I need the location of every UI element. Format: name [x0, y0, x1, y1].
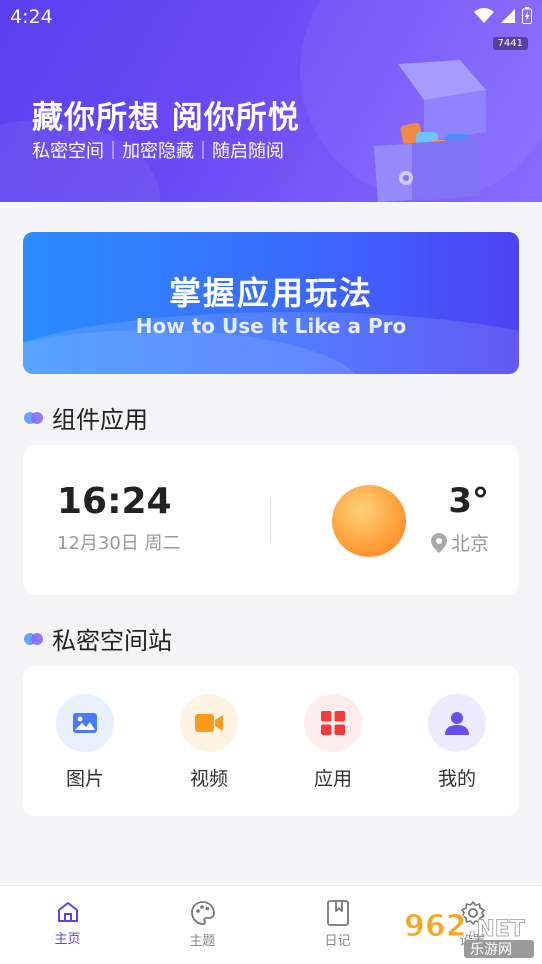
palette-icon	[190, 901, 215, 925]
treasure-box-illustration	[374, 60, 486, 202]
widget-divider	[270, 497, 271, 543]
app-mine-label: 我的	[437, 768, 476, 790]
section-dots-icon	[24, 632, 44, 645]
banner-title: 掌握应用玩法	[168, 274, 373, 312]
location-pin-icon	[430, 532, 447, 553]
guide-banner[interactable]: 掌握应用玩法 How to Use It Like a Pro	[23, 232, 519, 374]
app-images[interactable]: 图片	[23, 694, 147, 791]
hero-title: 藏你所想 阅你所悦	[32, 100, 300, 136]
tab-diary[interactable]: 日记	[270, 886, 405, 964]
tab-themes[interactable]: 主题	[135, 886, 270, 964]
diary-icon	[326, 900, 349, 926]
widget-clock: 16:24	[57, 481, 172, 522]
sun-weather-icon	[332, 485, 406, 557]
wifi-icon	[474, 7, 494, 23]
widgets-section-title: 组件应用	[52, 406, 148, 434]
apps-grid-icon	[304, 694, 362, 752]
hero-subtitle: 私密空间｜加密隐藏｜随启随阅	[32, 141, 284, 162]
tab-home[interactable]: 主页	[0, 886, 135, 964]
app-applications-label: 应用	[313, 768, 352, 790]
svg-text:.NET: .NET	[468, 917, 525, 942]
app-mine[interactable]: 我的	[395, 694, 519, 791]
private-station-card: 图片 视频 应用 我的	[23, 666, 519, 816]
tab-themes-label: 主题	[189, 934, 216, 949]
svg-text:962: 962	[404, 909, 467, 944]
hero-header: 4:24 7441 藏你所想 阅你所悦 私密空间｜加密隐藏｜随启随阅	[0, 0, 542, 202]
status-icons	[474, 7, 532, 24]
widget-date: 12月30日 周二	[57, 533, 181, 554]
banner-subtitle: How to Use It Like a Pro	[135, 314, 407, 338]
svg-text:乐游网: 乐游网	[470, 942, 512, 958]
tab-diary-label: 日记	[324, 934, 351, 949]
private-section-header: 私密空间站	[24, 621, 172, 656]
private-section-title: 私密空间站	[52, 627, 172, 655]
widgets-section-header: 组件应用	[24, 400, 148, 435]
image-icon	[56, 694, 114, 752]
widget-temperature: 3°	[448, 481, 489, 521]
app-videos-label: 视频	[189, 768, 228, 790]
signal-icon	[501, 8, 515, 23]
status-time: 4:24	[10, 6, 53, 28]
site-watermark-logo: 962 .NET 乐游网	[404, 909, 534, 958]
app-images-label: 图片	[65, 768, 104, 790]
app-videos[interactable]: 视频	[147, 694, 271, 791]
battery-icon	[522, 7, 532, 24]
weather-clock-widget[interactable]: 16:24 12月30日 周二 3° 北京	[23, 445, 519, 595]
tab-home-label: 主页	[54, 932, 81, 947]
app-applications[interactable]: 应用	[271, 694, 395, 791]
build-badge: 7441	[492, 37, 528, 50]
home-icon	[57, 902, 78, 922]
section-dots-icon	[24, 411, 44, 424]
widget-location: 北京	[430, 529, 489, 556]
widget-city: 北京	[450, 533, 489, 555]
video-icon	[180, 694, 238, 752]
user-icon	[428, 694, 486, 752]
